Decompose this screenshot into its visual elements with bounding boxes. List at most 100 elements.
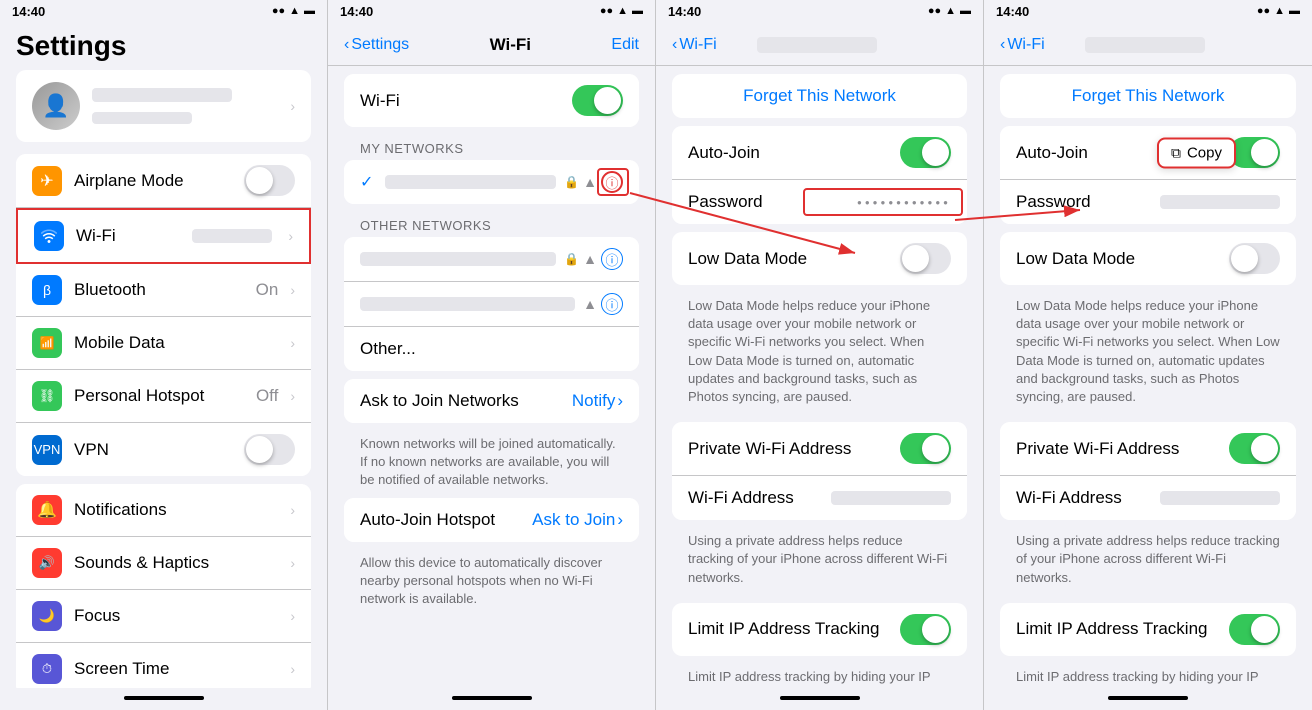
wifi-network-name: [192, 229, 272, 243]
forget-network-row-4[interactable]: Forget This Network: [1000, 74, 1296, 118]
avatar-image: 👤: [32, 82, 80, 130]
forget-network-group-4: Forget This Network: [1000, 74, 1296, 118]
sidebar-item-vpn[interactable]: VPN VPN: [16, 423, 311, 476]
sidebar-item-mobiledata[interactable]: 📶 Mobile Data ›: [16, 317, 311, 370]
sidebar-item-wifi[interactable]: Wi-Fi ›: [16, 208, 311, 264]
forget-link[interactable]: Forget This Network: [743, 86, 896, 106]
private-wifi-row[interactable]: Private Wi-Fi Address: [672, 422, 967, 476]
private-wifi-group: Private Wi-Fi Address Wi-Fi Address: [672, 422, 967, 520]
low-data-toggle-4[interactable]: [1229, 243, 1280, 274]
profile-chevron: ›: [290, 98, 295, 114]
info-btn-1[interactable]: ⓘ: [601, 248, 623, 270]
private-wifi-toggle-4[interactable]: [1229, 433, 1280, 464]
other-network-1-icons: 🔒 ▲ ⓘ: [564, 248, 623, 270]
ask-join-row[interactable]: Ask to Join Networks Notify ›: [344, 379, 639, 423]
limit-tracking-row-4[interactable]: Limit IP Address Tracking: [1000, 603, 1296, 656]
wifi-address-row: Wi-Fi Address: [672, 476, 967, 520]
selected-network-icons: 🔒 ▲ ⓘ: [564, 171, 623, 193]
private-wifi-row-4[interactable]: Private Wi-Fi Address: [1000, 422, 1296, 476]
detail-nav-bar-2: ‹ Wi-Fi: [984, 22, 1312, 66]
auto-join-chevron: ›: [617, 510, 623, 530]
signal-icon-1: ▲: [583, 251, 597, 267]
low-data-row-4[interactable]: Low Data Mode: [1000, 232, 1296, 285]
wifi-icon: [34, 221, 64, 251]
other-network-2[interactable]: ▲ ⓘ: [344, 282, 639, 327]
vpn-label: VPN: [74, 440, 232, 460]
info-btn-2[interactable]: ⓘ: [601, 293, 623, 315]
bottom-bar-4: [984, 688, 1312, 710]
wifi-toggle-row[interactable]: Wi-Fi: [344, 74, 639, 127]
mobiledata-label: Mobile Data: [74, 333, 278, 353]
auto-join-detail-toggle[interactable]: [900, 137, 951, 168]
sidebar-item-notifications[interactable]: 🔔 Notifications ›: [16, 484, 311, 537]
profile-name: [92, 88, 232, 102]
sidebar-item-sounds[interactable]: 🔊 Sounds & Haptics ›: [16, 537, 311, 590]
auto-join-detail-row[interactable]: Auto-Join: [672, 126, 967, 180]
ask-join-group: Ask to Join Networks Notify ›: [344, 379, 639, 423]
wifi-toggle-label: Wi-Fi: [360, 91, 560, 111]
other-option-row[interactable]: Other...: [344, 327, 639, 371]
auto-join-detail-toggle-4[interactable]: [1229, 137, 1280, 168]
password-row-4[interactable]: Password: [1000, 180, 1296, 224]
bluetooth-value: On: [256, 280, 279, 300]
focus-icon: 🌙: [32, 601, 62, 631]
wifi-toggle[interactable]: [572, 85, 623, 116]
sidebar-item-hotspot[interactable]: ⛓ Personal Hotspot Off ›: [16, 370, 311, 423]
low-data-group-4: Low Data Mode: [1000, 232, 1296, 285]
auto-join-row[interactable]: Auto-Join Hotspot Ask to Join ›: [344, 498, 639, 542]
signal-icon-1: ●●: [272, 5, 285, 17]
status-icons-1: ●● ▲ ▬: [272, 5, 315, 17]
limit-tracking-row[interactable]: Limit IP Address Tracking: [672, 603, 967, 656]
back-to-settings[interactable]: ‹ Settings: [344, 36, 409, 54]
notify-button[interactable]: Notify ›: [572, 391, 623, 411]
forget-network-row[interactable]: Forget This Network: [672, 74, 967, 118]
battery-icon-3: ▬: [960, 5, 971, 17]
low-data-toggle[interactable]: [900, 243, 951, 274]
vpn-toggle[interactable]: [244, 434, 295, 465]
low-data-row[interactable]: Low Data Mode: [672, 232, 967, 285]
low-data-label-4: Low Data Mode: [1016, 249, 1229, 269]
other-label: Other...: [360, 339, 623, 359]
screentime-chevron: ›: [290, 661, 295, 677]
wifi-address-row-4: Wi-Fi Address: [1000, 476, 1296, 520]
forget-link-4[interactable]: Forget This Network: [1072, 86, 1225, 106]
sounds-icon: 🔊: [32, 548, 62, 578]
lock-icon-1: 🔒: [564, 252, 579, 266]
other-network-1[interactable]: 🔒 ▲ ⓘ: [344, 237, 639, 282]
home-indicator-1: [124, 696, 204, 700]
low-data-desc: Low Data Mode helps reduce your iPhone d…: [672, 293, 967, 414]
airplane-toggle[interactable]: [244, 165, 295, 196]
wifi-address-desc-4: Using a private address helps reduce tra…: [1000, 528, 1296, 595]
selected-network-name: [385, 175, 556, 189]
wifi-icon-1: ▲: [289, 5, 300, 17]
info-button[interactable]: ⓘ: [601, 171, 623, 193]
profile-info: [92, 88, 278, 124]
battery-icon-1: ▬: [304, 5, 315, 17]
sidebar-item-bluetooth[interactable]: β Bluetooth On ›: [16, 264, 311, 317]
back-to-wifi-3[interactable]: ‹ Wi-Fi: [672, 36, 717, 54]
back-label-3: Wi-Fi: [679, 36, 716, 54]
profile-row[interactable]: 👤 ›: [16, 70, 311, 142]
wifi-nav-title: Wi-Fi: [490, 35, 531, 55]
bottom-bar-1: [0, 688, 327, 710]
limit-tracking-toggle-4[interactable]: [1229, 614, 1280, 645]
sidebar-item-screentime[interactable]: ⏱ Screen Time ›: [16, 643, 311, 688]
limit-tracking-toggle[interactable]: [900, 614, 951, 645]
low-data-group: Low Data Mode: [672, 232, 967, 285]
auto-join-detail-row-4[interactable]: Auto-Join ⧉ Copy: [1000, 126, 1296, 180]
edit-button[interactable]: Edit: [611, 36, 639, 54]
private-wifi-toggle[interactable]: [900, 433, 951, 464]
selected-network-row[interactable]: ✓ 🔒 ▲ ⓘ: [344, 160, 639, 204]
password-value: ●●●●●●●●●●●●: [857, 198, 951, 207]
home-indicator-3: [780, 696, 860, 700]
focus-chevron: ›: [290, 608, 295, 624]
wifi-icon-4: ▲: [1274, 5, 1285, 17]
auto-join-button[interactable]: Ask to Join ›: [532, 510, 623, 530]
sidebar-item-airplane[interactable]: ✈ Airplane Mode: [16, 154, 311, 208]
copy-tooltip[interactable]: ⧉ Copy: [1157, 137, 1236, 168]
password-row[interactable]: Password ●●●●●●●●●●●●: [672, 180, 967, 224]
back-to-wifi-4[interactable]: ‹ Wi-Fi: [1000, 36, 1045, 54]
auto-join-value: Ask to Join: [532, 510, 615, 530]
signal-icon-3: ●●: [928, 5, 941, 17]
sidebar-item-focus[interactable]: 🌙 Focus ›: [16, 590, 311, 643]
